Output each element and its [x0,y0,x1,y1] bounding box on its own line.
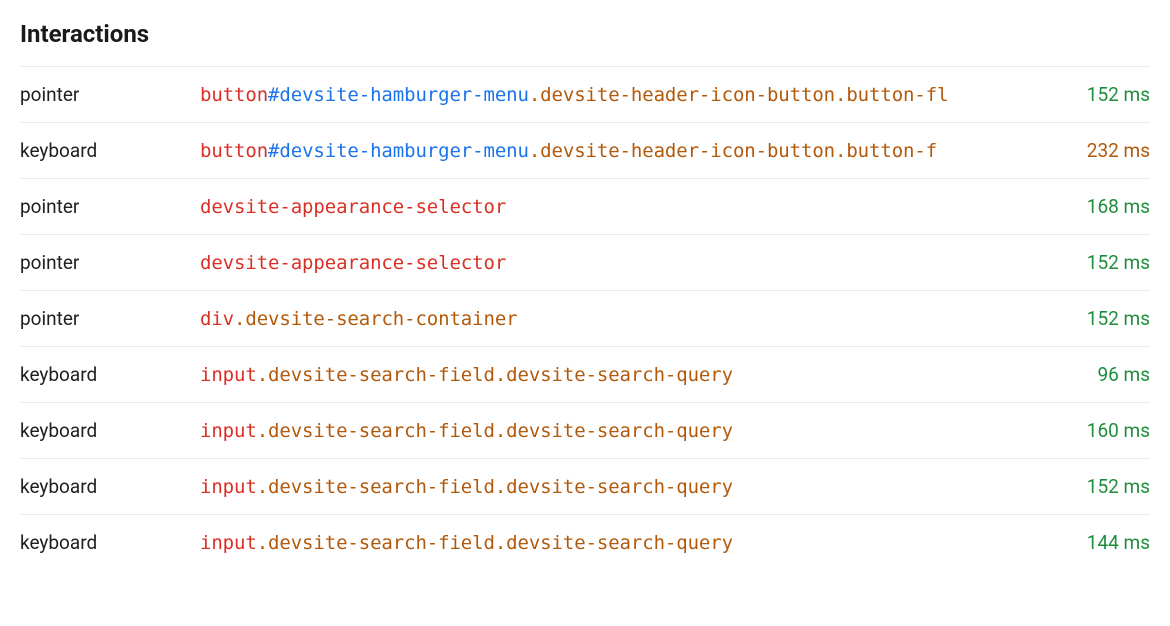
duration-value: 152 [1087,307,1119,330]
selector-class: .devsite-search-field.devsite-search-que… [257,532,733,554]
interaction-row[interactable]: pointerdiv.devsite-search-container152 m… [20,291,1150,347]
selector-tag: button [200,140,268,162]
selector-class: .devsite-search-container [234,308,517,330]
selector-class: .devsite-search-field.devsite-search-que… [257,476,733,498]
interaction-duration: 152 ms [1010,67,1150,123]
duration-unit: ms [1124,195,1150,218]
selector-tag: input [200,532,257,554]
interaction-row[interactable]: keyboardinput.devsite-search-field.devsi… [20,347,1150,403]
selector-tag: input [200,420,257,442]
selector-id: #devsite-hamburger-menu [268,84,529,106]
interaction-type: pointer [20,291,200,347]
selector-tag: div [200,308,234,330]
interaction-selector: input.devsite-search-field.devsite-searc… [200,403,1010,459]
duration-value: 96 [1097,363,1118,386]
interaction-type: keyboard [20,347,200,403]
interaction-duration: 144 ms [1010,515,1150,571]
duration-value: 232 [1087,139,1119,162]
selector-id: #devsite-hamburger-menu [268,140,529,162]
interaction-row[interactable]: pointerdevsite-appearance-selector 152 ms [20,235,1150,291]
duration-value: 152 [1087,251,1119,274]
duration-unit: ms [1124,419,1150,442]
selector-tag: devsite-appearance-selector [200,252,506,274]
interaction-duration: 152 ms [1010,235,1150,291]
interaction-row[interactable]: keyboardinput.devsite-search-field.devsi… [20,403,1150,459]
interaction-selector: button#devsite-hamburger-menu.devsite-he… [200,123,1010,179]
interaction-type: keyboard [20,459,200,515]
duration-value: 168 [1087,195,1119,218]
duration-unit: ms [1124,139,1150,162]
interaction-selector: input.devsite-search-field.devsite-searc… [200,515,1010,571]
section-title: Interactions [20,20,1150,48]
duration-value: 144 [1087,531,1119,554]
duration-unit: ms [1124,531,1150,554]
duration-unit: ms [1124,363,1150,386]
interaction-type: pointer [20,235,200,291]
duration-value: 152 [1087,475,1119,498]
selector-tag: input [200,364,257,386]
interactions-table: pointerbutton#devsite-hamburger-menu.dev… [20,66,1150,570]
interaction-duration: 152 ms [1010,459,1150,515]
duration-value: 152 [1087,83,1119,106]
interaction-duration: 96 ms [1010,347,1150,403]
interaction-selector: button#devsite-hamburger-menu.devsite-he… [200,67,1010,123]
interaction-row[interactable]: keyboardbutton#devsite-hamburger-menu.de… [20,123,1150,179]
selector-tag: input [200,476,257,498]
selector-class: .devsite-header-icon-button.button-f [529,140,937,162]
duration-unit: ms [1124,307,1150,330]
interaction-row[interactable]: keyboardinput.devsite-search-field.devsi… [20,459,1150,515]
interaction-selector: devsite-appearance-selector [200,179,1010,235]
duration-value: 160 [1087,419,1119,442]
interaction-type: keyboard [20,123,200,179]
interaction-selector: div.devsite-search-container [200,291,1010,347]
interaction-type: keyboard [20,515,200,571]
interaction-row[interactable]: pointerbutton#devsite-hamburger-menu.dev… [20,67,1150,123]
interaction-type: pointer [20,67,200,123]
interaction-row[interactable]: pointerdevsite-appearance-selector 168 ms [20,179,1150,235]
duration-unit: ms [1124,251,1150,274]
interaction-selector: devsite-appearance-selector [200,235,1010,291]
selector-class: .devsite-header-icon-button.button-fl [529,84,949,106]
interaction-type: pointer [20,179,200,235]
selector-tag: devsite-appearance-selector [200,196,506,218]
interaction-duration: 168 ms [1010,179,1150,235]
selector-class: .devsite-search-field.devsite-search-que… [257,420,733,442]
interaction-selector: input.devsite-search-field.devsite-searc… [200,347,1010,403]
selector-class: .devsite-search-field.devsite-search-que… [257,364,733,386]
interaction-selector: input.devsite-search-field.devsite-searc… [200,459,1010,515]
duration-unit: ms [1124,475,1150,498]
interaction-type: keyboard [20,403,200,459]
interaction-duration: 232 ms [1010,123,1150,179]
interaction-duration: 152 ms [1010,291,1150,347]
duration-unit: ms [1124,83,1150,106]
selector-tag: button [200,84,268,106]
interaction-row[interactable]: keyboardinput.devsite-search-field.devsi… [20,515,1150,571]
interaction-duration: 160 ms [1010,403,1150,459]
